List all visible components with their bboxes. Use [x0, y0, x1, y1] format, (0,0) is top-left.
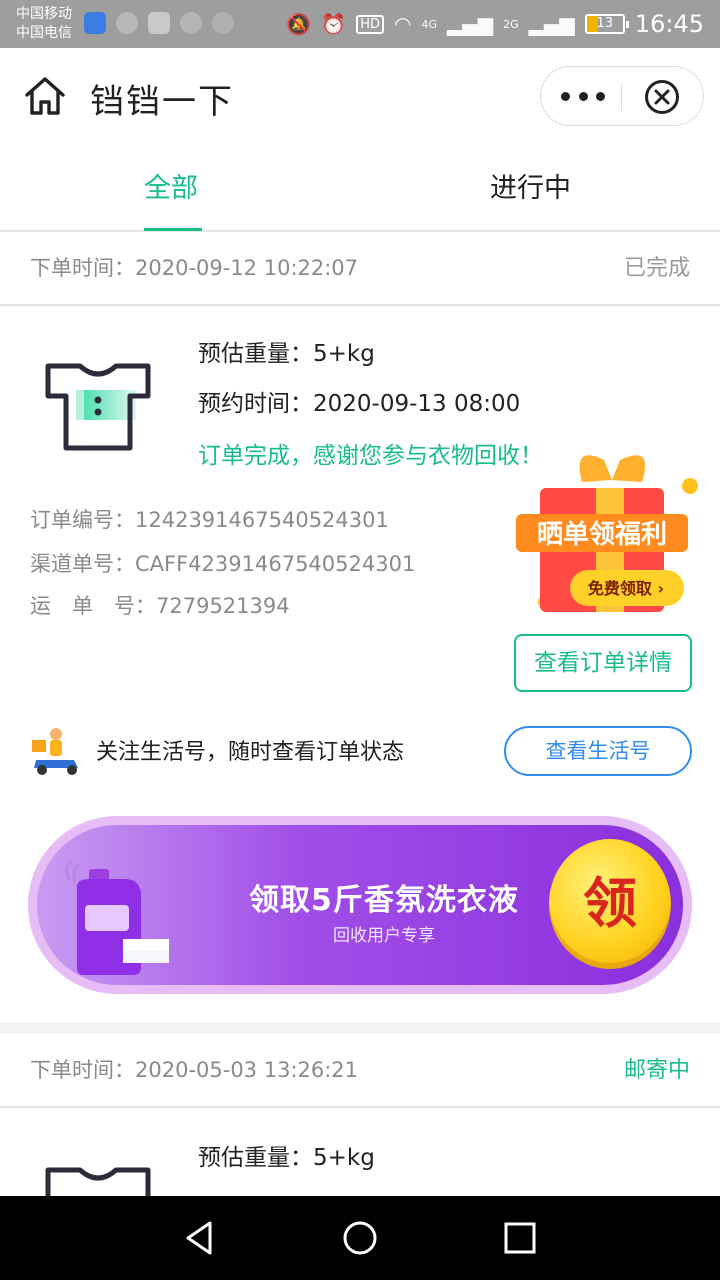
order-header: 下单时间：2020-09-12 10:22:07 已完成 [0, 232, 720, 306]
home-nav-icon[interactable] [340, 1218, 380, 1258]
tab-all[interactable]: 全部 [144, 166, 198, 205]
view-order-detail-button[interactable]: 查看订单详情 [514, 634, 692, 692]
estimated-weight: 预估重量：5+kg [198, 341, 375, 367]
clothing-icon [45, 363, 151, 451]
order-status-2: 邮寄中 [623, 1058, 690, 1083]
hd-icon: HD [356, 14, 384, 34]
status-bar: 中国移动 中国电信 🔕 ⏰ HD ◠ 4G ▂▄▆ 2G ▂▄▆ 13 16:4… [0, 0, 720, 48]
banner-title: 领取5斤香氛洗衣液 [249, 883, 519, 918]
recents-icon[interactable] [500, 1218, 540, 1258]
capsule-divider [621, 83, 622, 111]
delivery-rider-icon [32, 728, 78, 775]
view-life-account-button[interactable]: 查看生活号 [504, 726, 692, 776]
order-time: 下单时间：2020-09-12 10:22:07 [30, 256, 359, 280]
order-status: 已完成 [623, 256, 690, 281]
capsule-menu [540, 66, 704, 126]
signal-2g-label: 2G [503, 17, 519, 31]
reward-title: 晒单领福利 [537, 519, 667, 550]
estimated-weight-2: 预估重量：5+kg [198, 1145, 375, 1171]
back-icon[interactable] [180, 1218, 220, 1258]
system-nav-bar [0, 1196, 720, 1280]
shield-app-icon [84, 12, 106, 34]
carrier-2: 中国电信 [16, 25, 72, 41]
battery-icon: 13 [584, 14, 629, 34]
close-icon[interactable] [644, 79, 680, 115]
active-tab-indicator [144, 228, 202, 231]
signal-4g-label: 4G [421, 17, 437, 31]
carrier-info: 中国移动 中国电信 [16, 5, 72, 43]
carrier-1: 中国移动 [16, 6, 72, 22]
order-time-2: 下单时间：2020-05-03 13:26:21 [30, 1058, 359, 1082]
banner-body: 领取5斤香氛洗衣液 回收用户专享 领 [37, 825, 683, 985]
follow-text: 关注生活号，随时查看订单状态 [96, 740, 405, 765]
detergent-bottle-icon [65, 859, 169, 975]
signal-icon: ▂▄▆ [446, 12, 494, 36]
appointment-time: 预约时间：2020-09-13 08:00 [198, 391, 521, 417]
share-reward-badge[interactable]: 晒单领福利 免费领取 › [512, 436, 712, 616]
alarm-icon: ⏰ [321, 12, 347, 36]
wechat-icon [148, 12, 170, 34]
status-right: 🔕 ⏰ HD ◠ 4G ▂▄▆ 2G ▂▄▆ 13 16:45 [286, 10, 704, 38]
tab-in-progress[interactable]: 进行中 [490, 166, 571, 205]
channel-number: 渠道单号：CAFF42391467540524301 [30, 552, 416, 576]
notification-icons [84, 12, 234, 34]
order-header-2: 下单时间：2020-05-03 13:26:21 邮寄中 [0, 1034, 720, 1108]
app-notify-icon-2 [180, 12, 202, 34]
reward-button: 免费领取 › [588, 579, 664, 598]
tab-bar: 全部 进行中 [0, 144, 720, 232]
clock: 16:45 [634, 10, 704, 38]
more-icon[interactable] [561, 81, 605, 111]
detergent-promo-banner[interactable]: 领取5斤香氛洗衣液 回收用户专享 领 [28, 816, 692, 994]
banner-subtitle: 回收用户专享 [333, 926, 435, 946]
waybill-number: 运 单 号：7279521394 [30, 594, 290, 618]
title-bar: 铛铛一下 [0, 48, 720, 144]
follow-life-account-row: 关注生活号，随时查看订单状态 查看生活号 [0, 716, 720, 786]
signal-icon-2: ▂▄▆ [528, 12, 575, 36]
page-title: 铛铛一下 [90, 82, 234, 122]
app-notify-icon [116, 12, 138, 34]
claim-coin-button[interactable]: 领 [549, 839, 671, 969]
app-notify-icon-3 [212, 12, 234, 34]
home-icon[interactable] [24, 76, 66, 116]
order-number: 订单编号：1242391467540524301 [30, 508, 389, 532]
completion-message: 订单完成，感谢您参与衣物回收！ [198, 443, 543, 469]
wifi-icon: ◠ [394, 12, 412, 36]
mute-icon: 🔕 [286, 12, 312, 36]
section-separator [0, 1022, 720, 1034]
